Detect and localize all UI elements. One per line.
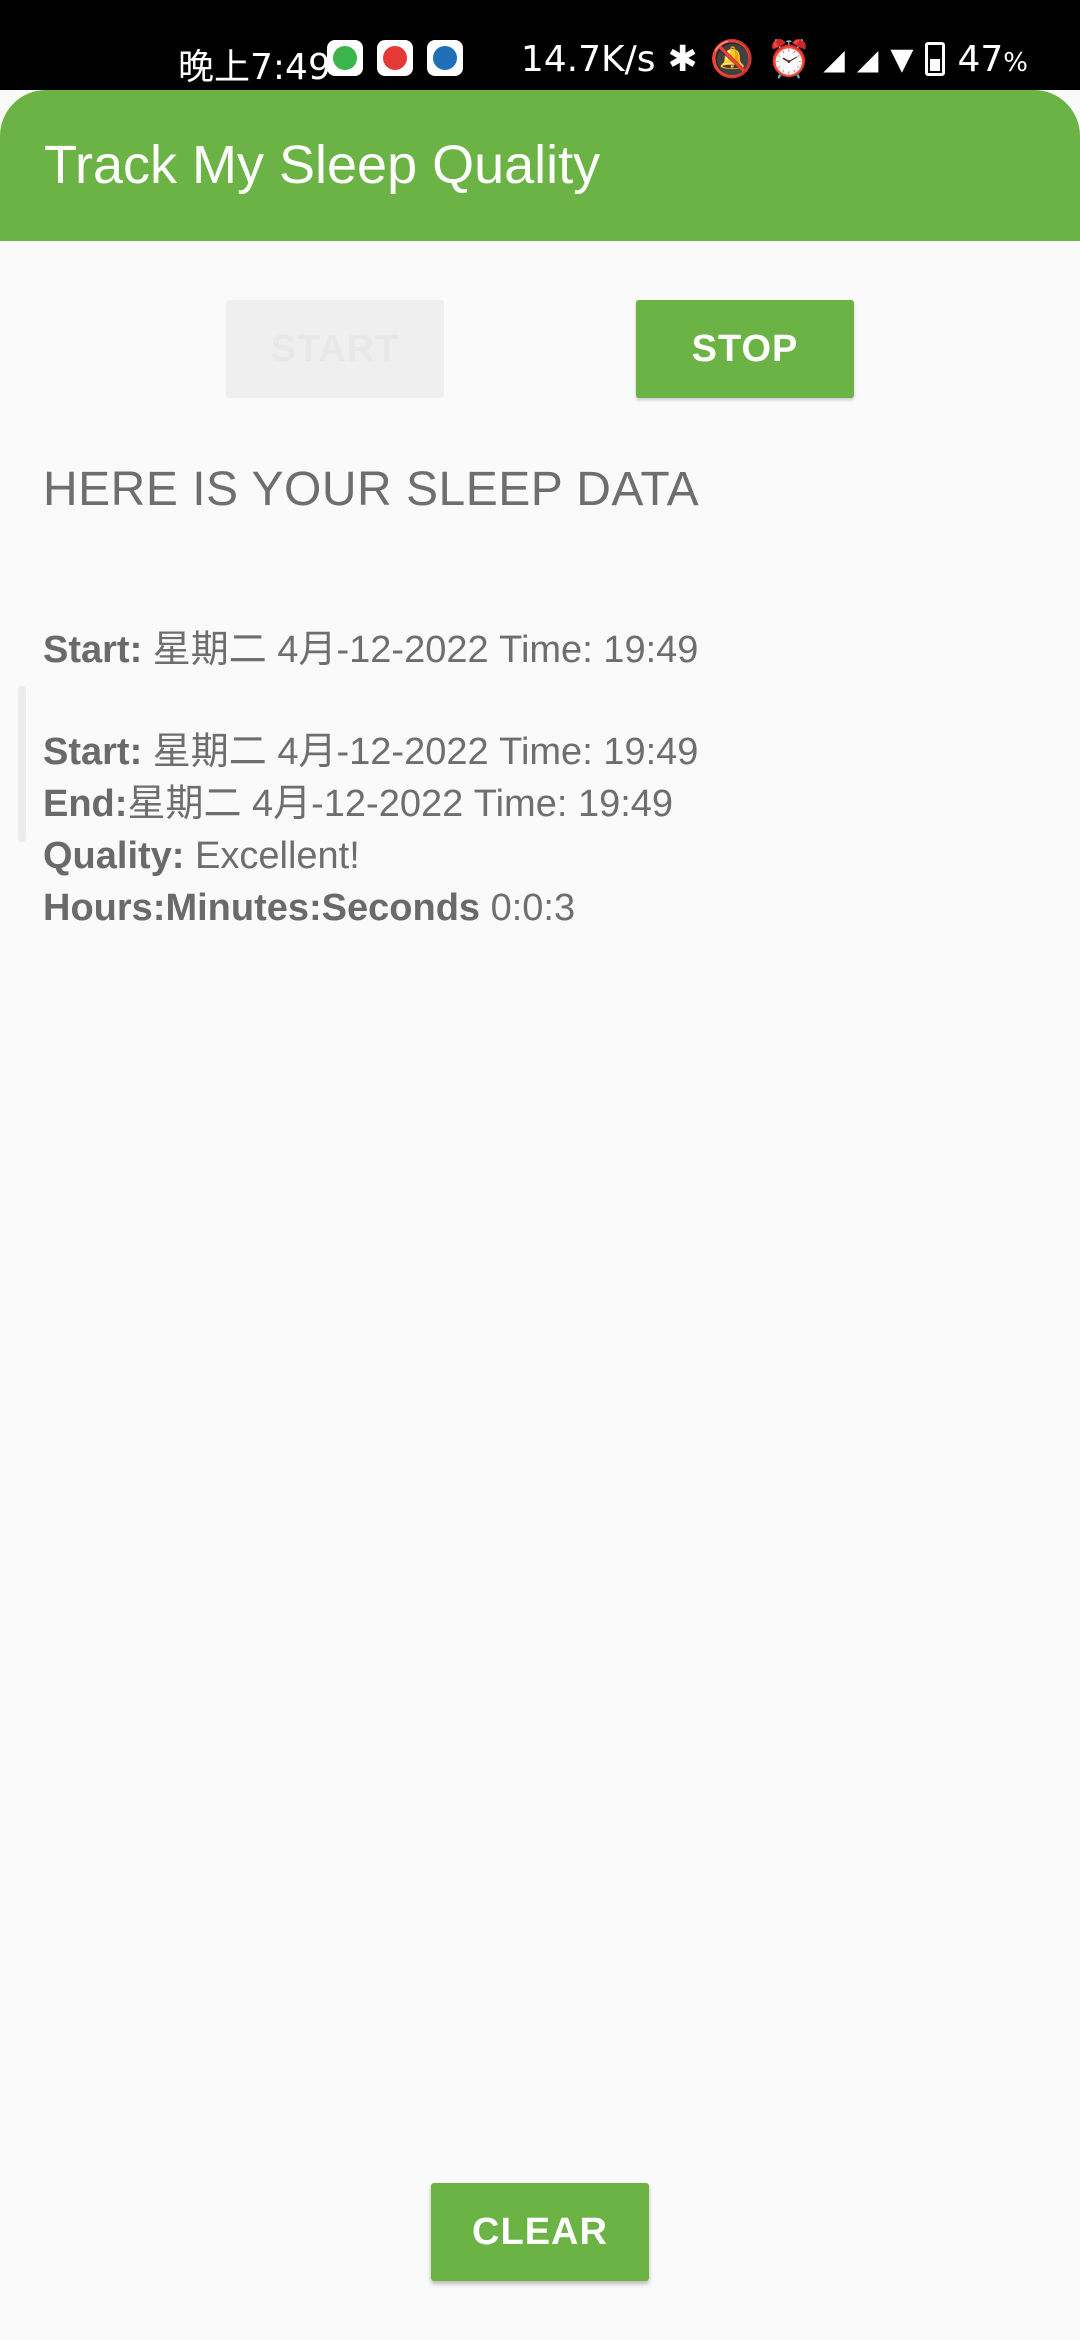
globe-app-icon <box>427 40 463 76</box>
quality-line: Quality: Excellent! <box>43 830 698 882</box>
battery-percent: 47% <box>957 38 1028 80</box>
hd-signal-icon: ◢ <box>856 42 879 76</box>
sleep-data-heading: HERE IS YOUR SLEEP DATA <box>43 463 700 516</box>
start-label: Start: <box>43 629 143 671</box>
status-time: 晚上7:49 <box>178 47 331 88</box>
status-indicators: 14.7K/s ✱ 🔕 ⏰ ◢ ◢ ▼ 47% <box>520 38 1028 81</box>
app-bar: Track My Sleep Quality <box>0 90 1080 241</box>
duration-line: Hours:Minutes:Seconds 0:0:3 <box>43 882 698 934</box>
start-line: Start: 星期二 4月-12-2022 Time: 19:49 <box>43 726 698 778</box>
sleep-entry: Start: 星期二 4月-12-2022 Time: 19:49 End:星期… <box>43 726 698 934</box>
quality-value: Excellent! <box>195 835 360 877</box>
alarm-icon: ⏰ <box>766 39 812 80</box>
end-line: End:星期二 4月-12-2022 Time: 19:49 <box>43 778 698 830</box>
stop-button[interactable]: STOP <box>636 300 854 398</box>
android-app-icon <box>327 40 363 76</box>
end-value: 星期二 4月-12-2022 Time: 19:49 <box>127 783 674 825</box>
start-line: Start: 星期二 4月-12-2022 Time: 19:49 <box>43 624 698 676</box>
clear-button[interactable]: CLEAR <box>431 2183 649 2281</box>
notification-icons <box>327 40 463 76</box>
hd-signal-icon: ◢ <box>823 42 845 76</box>
network-speed: 14.7K/s <box>520 38 656 80</box>
wifi-icon: ▼ <box>890 41 914 77</box>
start-label: Start: <box>43 731 143 773</box>
duration-label: Hours:Minutes:Seconds <box>43 887 481 929</box>
sleep-entry: Start: 星期二 4月-12-2022 Time: 19:49 <box>43 624 698 676</box>
red-app-icon <box>377 40 413 76</box>
start-value: 星期二 4月-12-2022 Time: 19:49 <box>152 629 699 671</box>
app-title: Track My Sleep Quality <box>44 135 601 195</box>
start-value: 星期二 4月-12-2022 Time: 19:49 <box>152 731 699 773</box>
battery-icon <box>925 42 946 76</box>
mute-icon: 🔕 <box>709 39 755 80</box>
scrollbar[interactable] <box>18 686 26 842</box>
start-button[interactable]: START <box>226 300 444 398</box>
bluetooth-icon: ✱ <box>667 38 698 80</box>
quality-label: Quality: <box>43 835 185 877</box>
status-bar: 晚上7:49 14.7K/s ✱ 🔕 ⏰ ◢ ◢ ▼ 47% <box>0 0 1080 90</box>
duration-value: 0:0:3 <box>490 887 576 929</box>
end-label: End: <box>43 783 128 825</box>
